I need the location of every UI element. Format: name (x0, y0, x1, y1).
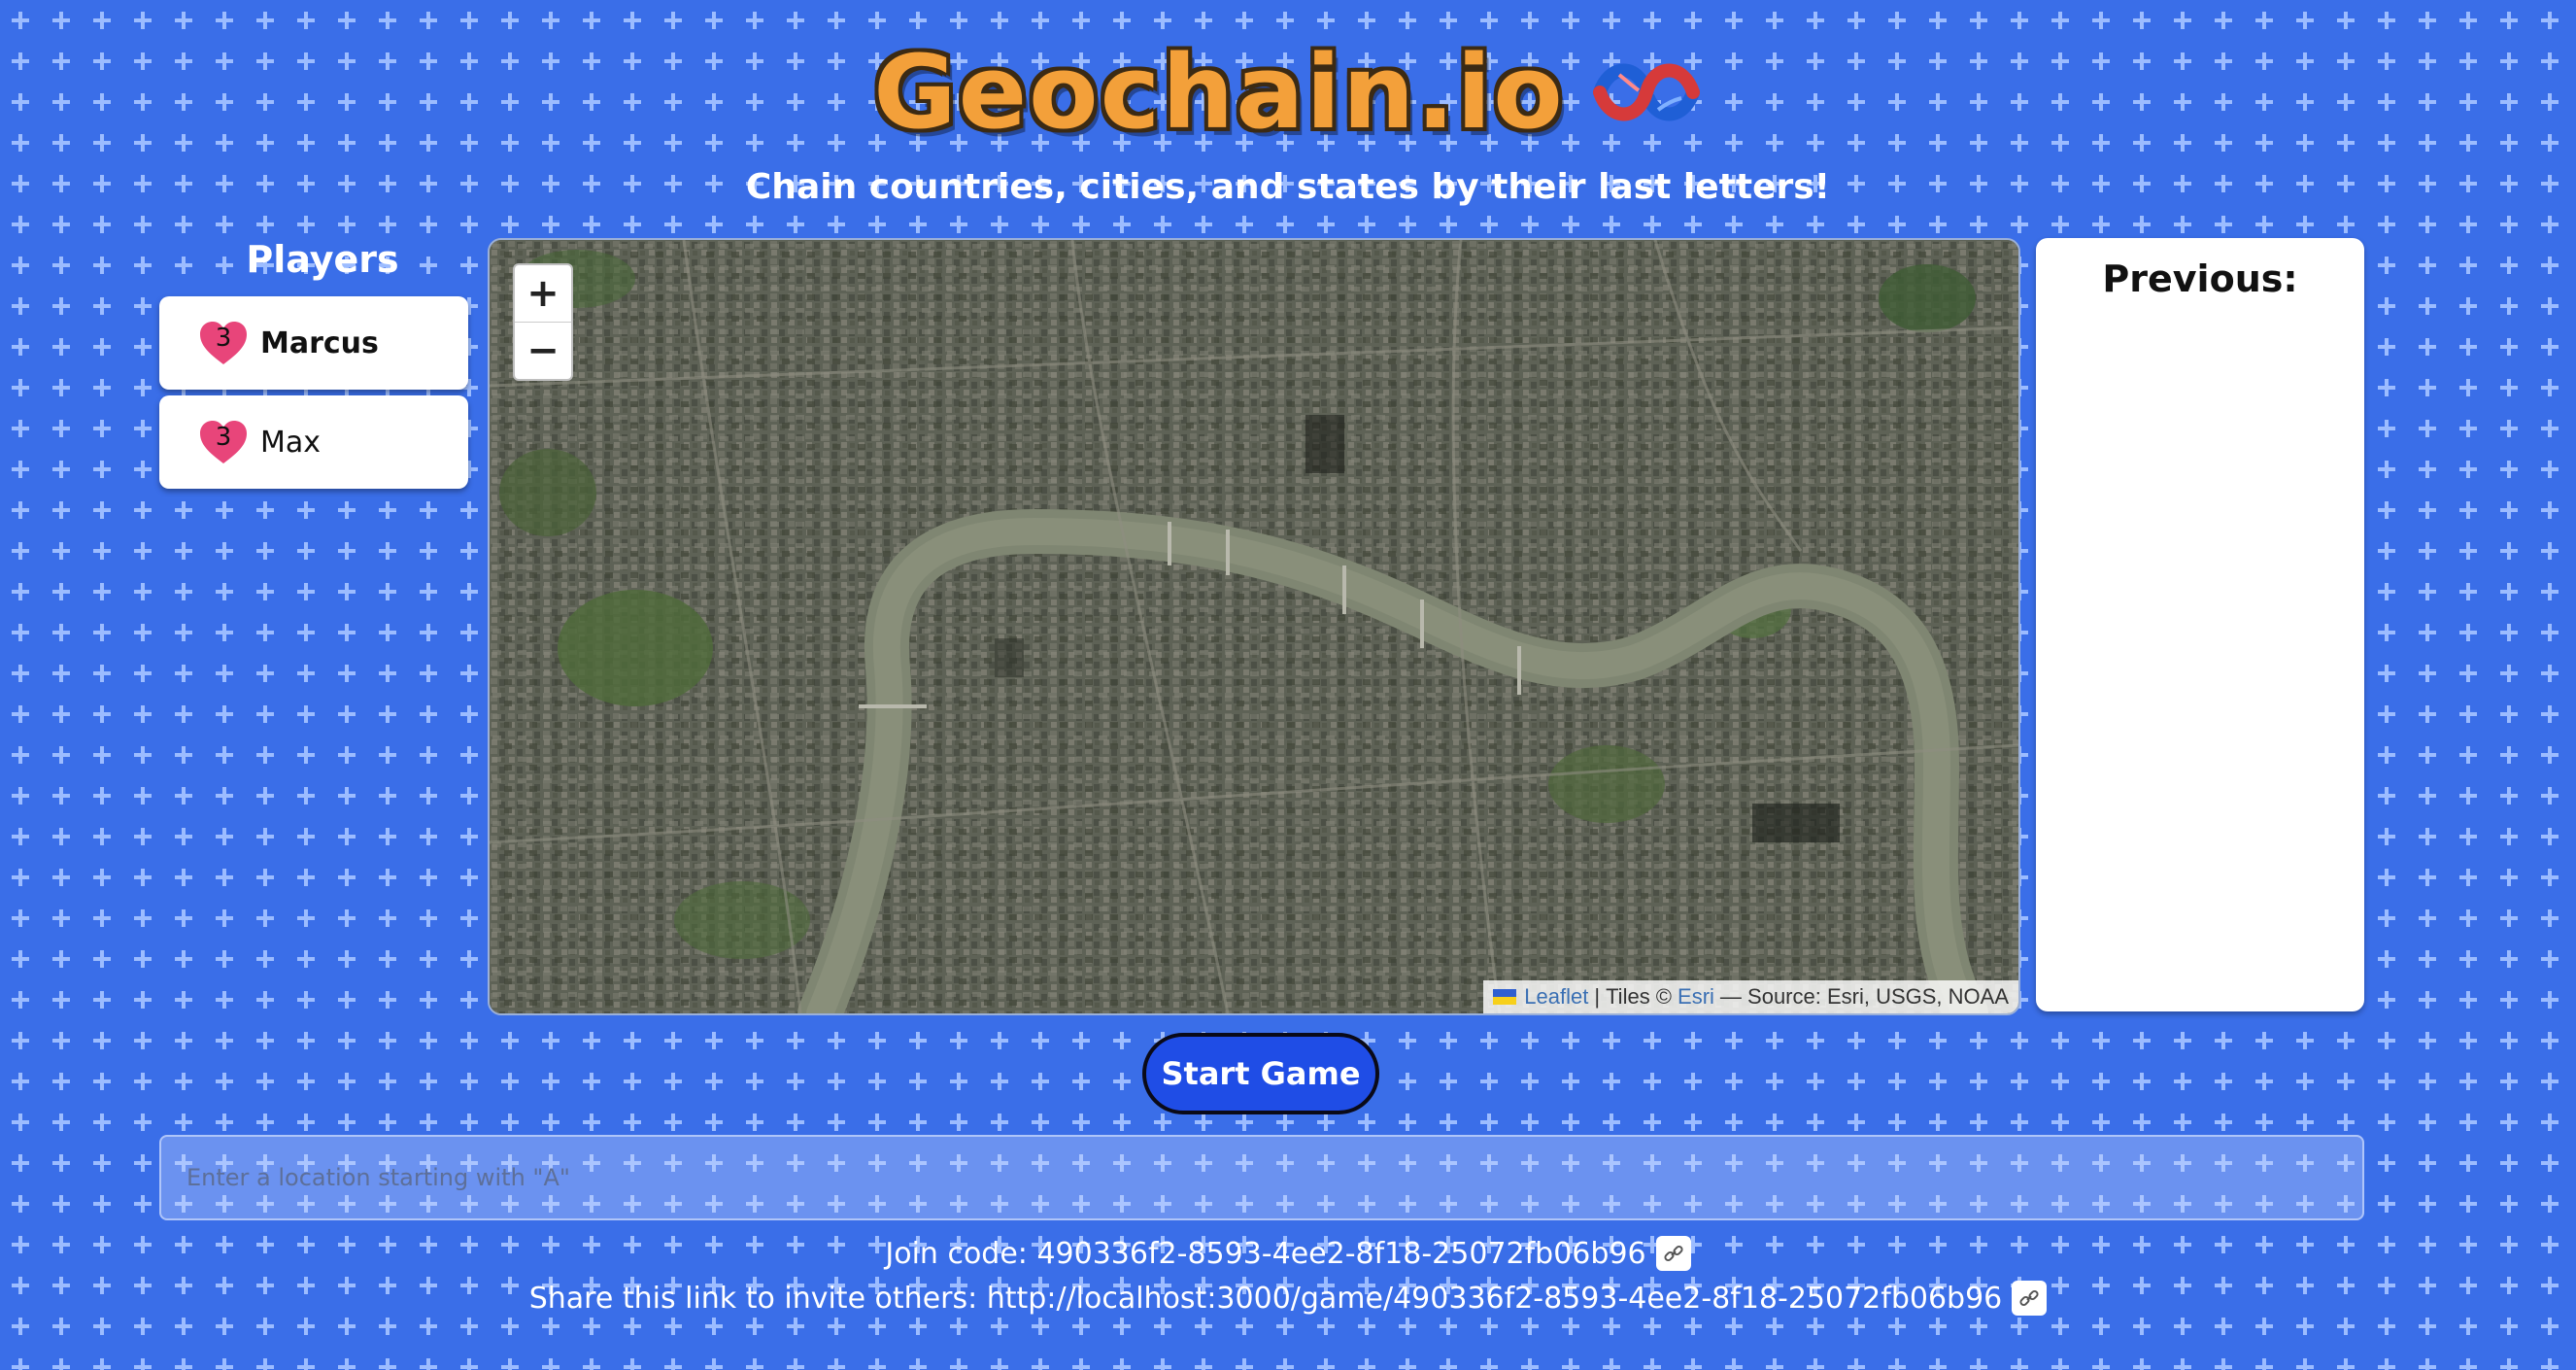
player-card-marcus: 3 Marcus (159, 296, 468, 390)
heart-icon: 3 (198, 419, 249, 465)
satellite-map[interactable]: + − Leaflet | Tiles © Esri — Source: Esr… (488, 238, 2020, 1015)
previous-panel: Previous: (2036, 238, 2364, 1011)
previous-heading: Previous: (2102, 257, 2298, 300)
join-code-row: Join code: 490336f2-8593-4ee2-8f18-25072… (0, 1236, 2576, 1271)
zoom-control: + − (513, 263, 573, 381)
lives-count: 3 (215, 423, 232, 452)
attribution-source: — Source: Esri, USGS, NOAA (1719, 984, 2009, 1009)
link-icon[interactable] (1655, 1236, 1691, 1271)
app-root: Geochain.io Chain countries, cities, and… (0, 0, 2576, 1370)
attribution-tiles: Tiles © (1606, 984, 1673, 1009)
location-input[interactable] (159, 1135, 2364, 1220)
zoom-out-button[interactable]: − (515, 323, 571, 379)
map-attribution: Leaflet | Tiles © Esri — Source: Esri, U… (1483, 980, 2018, 1013)
ukraine-flag-icon (1493, 989, 1517, 1005)
share-link-row: Share this link to invite others: http:/… (0, 1281, 2576, 1316)
esri-link[interactable]: Esri (1678, 984, 1714, 1010)
heart-icon: 3 (198, 320, 249, 366)
join-code-text: Join code: 490336f2-8593-4ee2-8f18-25072… (885, 1236, 1646, 1271)
satellite-imagery (490, 240, 2018, 1013)
player-card-max: 3 Max (159, 395, 468, 489)
zoom-in-button[interactable]: + (515, 265, 571, 323)
subtitle: Chain countries, cities, and states by t… (745, 167, 1831, 207)
leaflet-link[interactable]: Leaflet (1524, 984, 1588, 1010)
link-icon[interactable] (2012, 1281, 2048, 1316)
player-name: Marcus (260, 325, 379, 360)
knot-icon (1590, 53, 1703, 131)
header: Geochain.io (0, 39, 2576, 146)
start-game-button[interactable]: Start Game (1142, 1033, 1379, 1114)
players-heading: Players (246, 238, 399, 281)
share-link-text: Share this link to invite others: http:/… (528, 1281, 2003, 1316)
attribution-separator: | (1594, 984, 1601, 1009)
app-title: Geochain.io (873, 33, 1565, 152)
player-name: Max (260, 425, 322, 460)
lives-count: 3 (215, 324, 232, 353)
